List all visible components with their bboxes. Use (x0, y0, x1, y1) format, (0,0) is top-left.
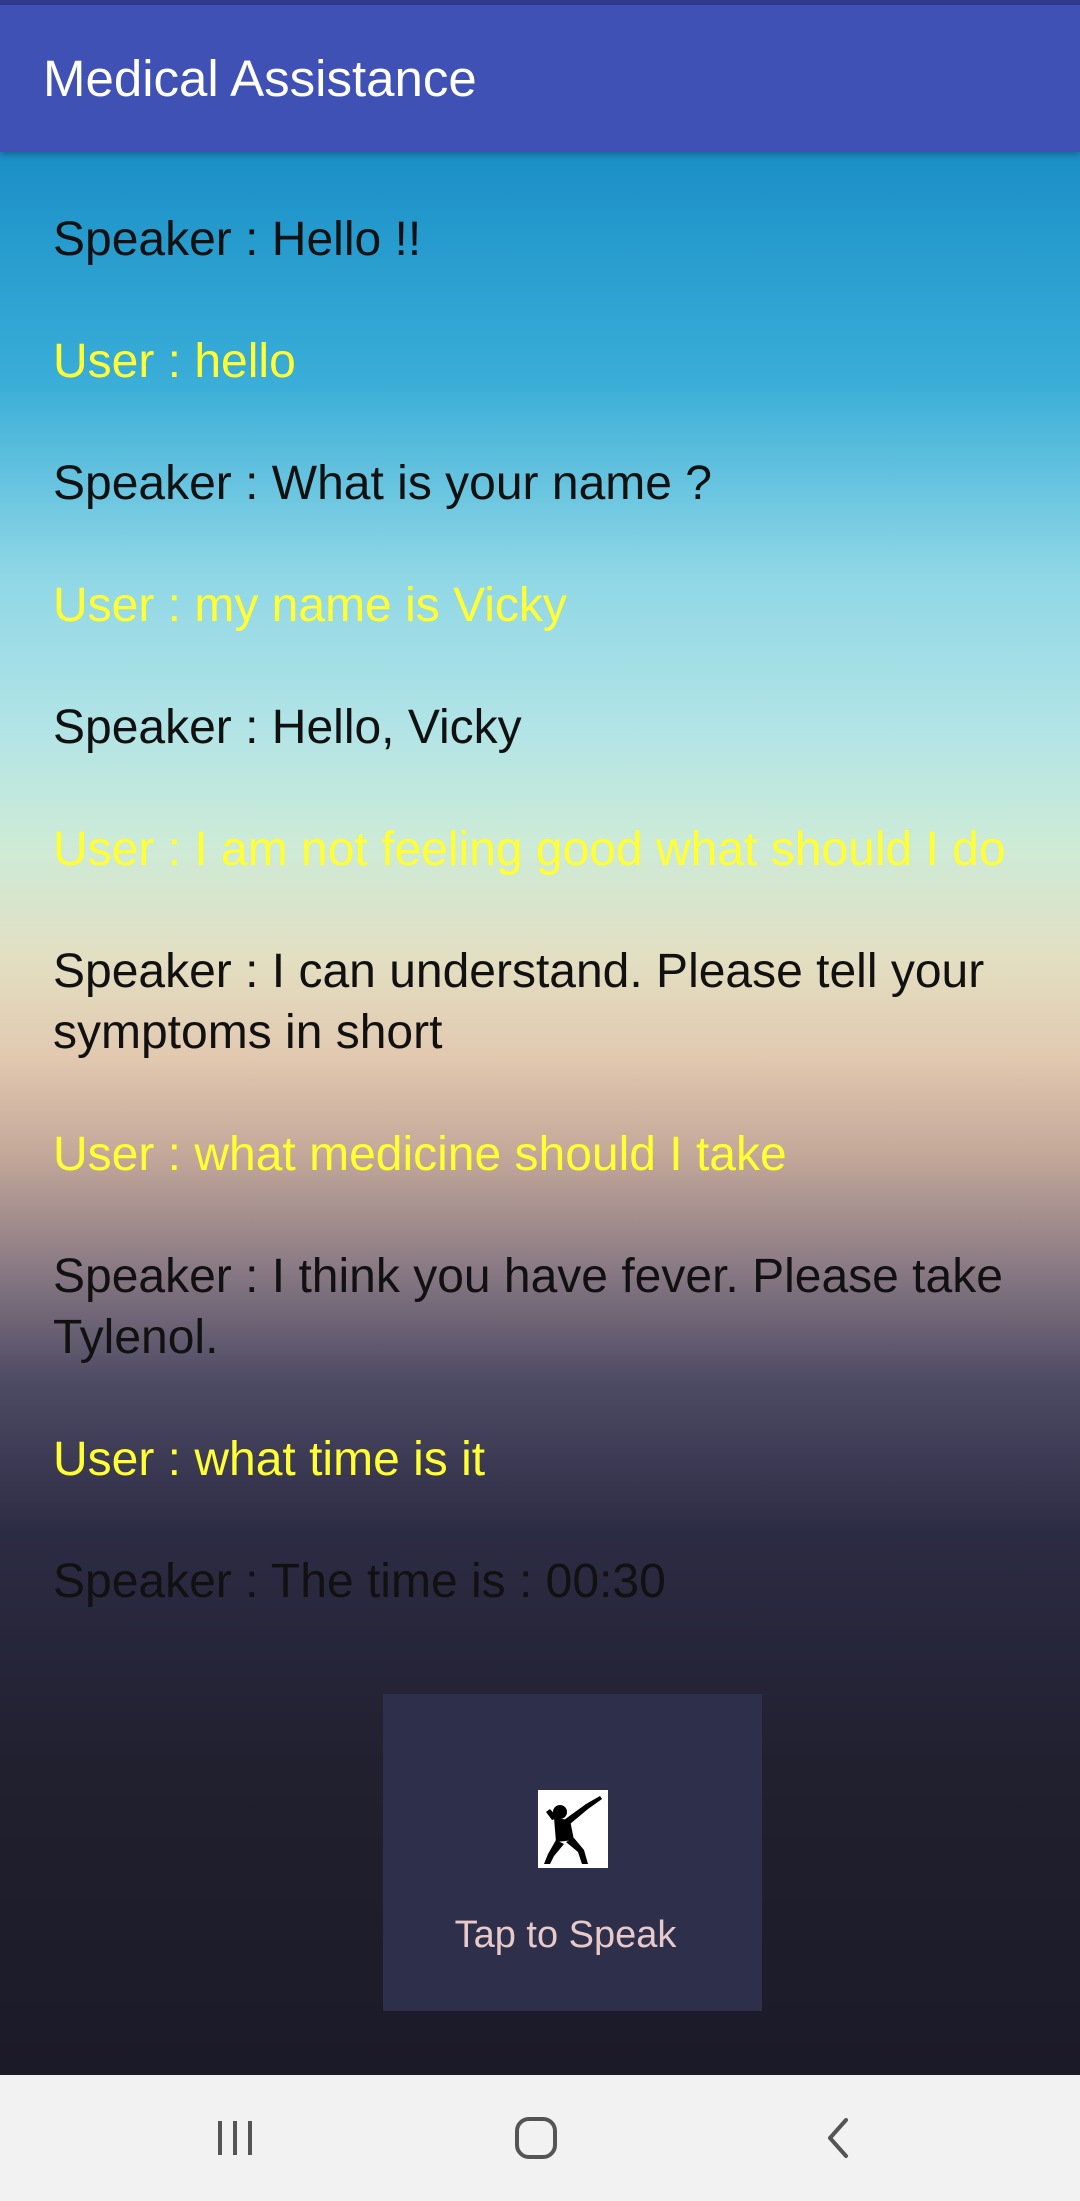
recents-icon (218, 2121, 252, 2155)
tap-to-speak-button[interactable]: Tap to Speak (383, 1694, 762, 2011)
home-button[interactable] (456, 2075, 616, 2201)
conversation-list: Speaker : Hello !! User : hello Speaker … (53, 209, 1033, 1673)
speaker-message: Speaker : I think you have fever. Please… (53, 1250, 1003, 1364)
chat-background: Speaker : Hello !! User : hello Speaker … (0, 152, 1080, 2075)
back-icon (828, 2118, 848, 2158)
tap-to-speak-label: Tap to Speak (454, 1914, 677, 1956)
user-message: User : what medicine should I take (53, 1128, 787, 1181)
speaker-message: Speaker : I can understand. Please tell … (53, 945, 985, 1059)
user-message: User : I am not feeling good what should… (53, 823, 1006, 876)
back-button[interactable] (758, 2075, 918, 2201)
app-bar: Medical Assistance (0, 5, 1080, 152)
user-message: User : what time is it (53, 1433, 486, 1486)
home-icon (515, 2117, 557, 2159)
speaker-message: Speaker : Hello, Vicky (53, 701, 522, 754)
recents-button[interactable] (155, 2075, 315, 2201)
speaker-message: Speaker : The time is : 00:30 (53, 1555, 666, 1608)
dab-figure-icon (538, 1790, 608, 1868)
screen: Medical Assistance Speaker : Hello !! Us… (0, 0, 1080, 2201)
navigation-bar (0, 2075, 1080, 2201)
speaker-message: Speaker : What is your name ? (53, 457, 712, 510)
user-message: User : hello (53, 335, 296, 388)
speaker-message: Speaker : Hello !! (53, 213, 422, 266)
user-message: User : my name is Vicky (53, 579, 567, 632)
app-title: Medical Assistance (43, 50, 477, 107)
